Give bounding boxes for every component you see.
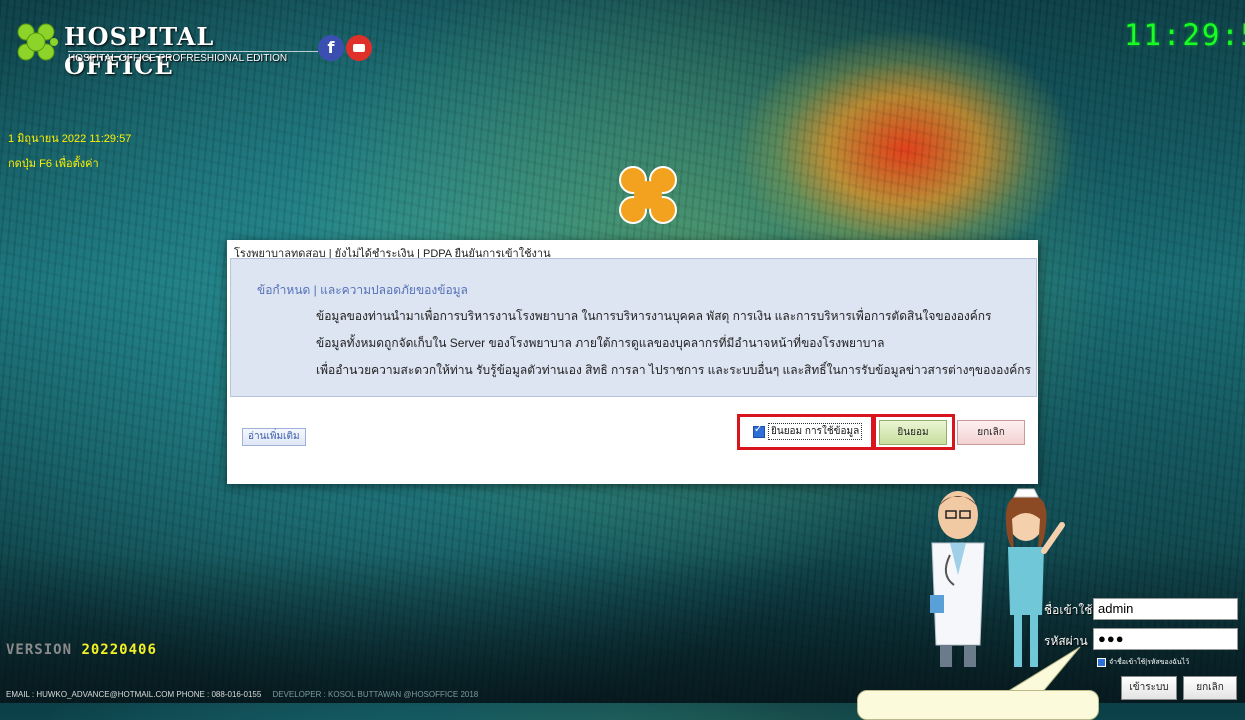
footer-developer: DEVELOPER : KOSOL BUTTAWAN @HOSOFFICE 20… xyxy=(272,690,479,699)
consent-label: ยินยอม การใช้ข้อมูล xyxy=(768,423,863,440)
checkbox-checked-icon[interactable] xyxy=(1097,658,1106,667)
consent-checkbox[interactable]: ยินยอม การใช้ข้อมูล xyxy=(753,423,863,440)
logo-cross-icon xyxy=(17,23,58,61)
confirm-button[interactable]: ยินยอม xyxy=(879,420,947,445)
mail-icon[interactable] xyxy=(346,35,372,61)
app-logo: HOSPITAL OFFICE HOSPITAL OFFICE PROFRESH… xyxy=(16,22,318,80)
login-button[interactable]: เข้าระบบ xyxy=(1121,676,1177,700)
password-input[interactable]: ●●● xyxy=(1093,628,1238,650)
terms-line: เพื่ออำนวยความสะดวกให้ท่าน รับรู้ข้อมูลต… xyxy=(316,363,1031,377)
terms-panel: ข้อกำหนด | และความปลอดภัยของข้อมูล ข้อมู… xyxy=(230,258,1037,397)
footer-info: EMAIL : HUWKO_ADVANCE@HOTMAIL.COM PHONE … xyxy=(6,690,478,699)
side-info: 1 มิถุนายน 2022 11:29:57 กดปุ่ม F6 เพื่อ… xyxy=(8,127,131,177)
login-cancel-button[interactable]: ยกเลิก xyxy=(1183,676,1237,700)
clock-display: 11:29:57 xyxy=(1124,18,1245,52)
footer-contact: EMAIL : HUWKO_ADVANCE@HOTMAIL.COM PHONE … xyxy=(6,690,262,699)
version-prefix: VERSION xyxy=(6,642,73,658)
facebook-icon[interactable]: f xyxy=(318,35,344,61)
remember-label: จำชื่อเข้าใช้|รหัสของฉันไว้ xyxy=(1109,659,1190,666)
username-input[interactable]: admin xyxy=(1093,598,1238,620)
pdpa-dialog: โรงพยาบาลทดสอบ | ยังไม่ได้ชำระเงิน | PDP… xyxy=(227,240,1038,484)
logo-divider xyxy=(68,51,318,52)
version-label: VERSION 20220406 xyxy=(6,642,157,658)
current-datetime: 1 มิถุนายน 2022 11:29:57 xyxy=(8,133,132,145)
read-more-button[interactable]: อ่านเพิ่มเติม xyxy=(242,428,306,446)
tooltip-callout xyxy=(857,690,1099,720)
settings-hint: กดปุ่ม F6 เพื่อตั้งค่า xyxy=(8,158,99,170)
terms-heading: ข้อกำหนด | และความปลอดภัยของข้อมูล xyxy=(257,283,468,297)
checkbox-checked-icon[interactable] xyxy=(753,424,765,438)
dialog-cancel-button[interactable]: ยกเลิก xyxy=(957,420,1025,445)
app-subtitle: HOSPITAL OFFICE PROFRESHIONAL EDITION xyxy=(68,53,288,64)
tooltip-pointer xyxy=(1002,646,1081,695)
terms-line: ข้อมูลทั้งหมดถูกจัดเก็บใน Server ของโรงพ… xyxy=(316,336,885,350)
terms-line: ข้อมูลของท่านนำมาเพื่อการบริหารงานโรงพยา… xyxy=(316,309,992,323)
remember-checkbox[interactable]: จำชื่อเข้าใช้|รหัสของฉันไว้ xyxy=(1097,657,1189,668)
version-number: 20220406 xyxy=(81,642,157,658)
center-cross-icon xyxy=(619,166,677,224)
username-label: ชื่อเข้าใช้ xyxy=(1044,603,1093,617)
